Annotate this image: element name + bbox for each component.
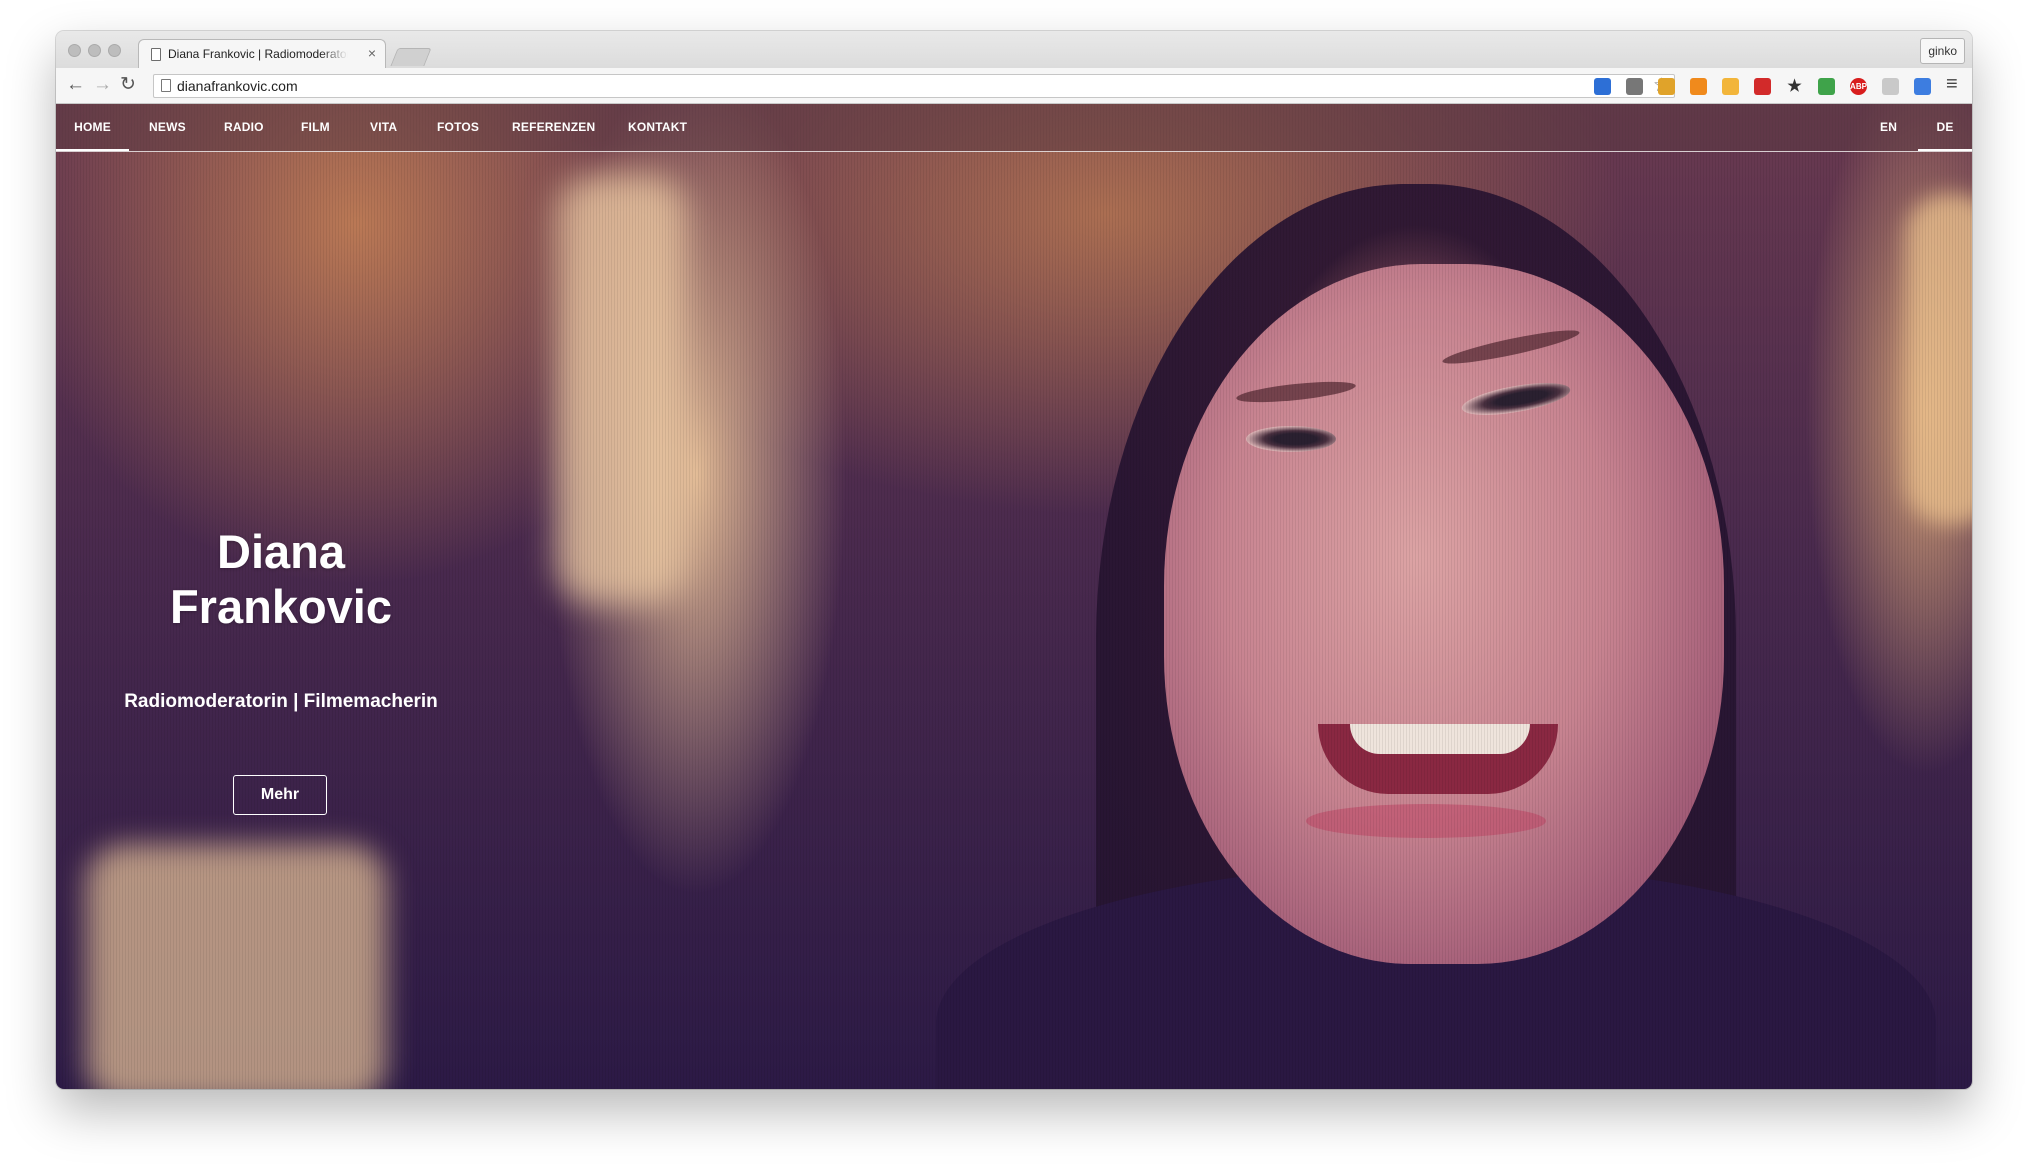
- address-bar[interactable]: dianafrankovic.com ☆: [153, 74, 1675, 98]
- grey-extension-icon[interactable]: [1882, 78, 1899, 95]
- smile-shape: [1318, 724, 1558, 794]
- background-bokeh: [1906, 194, 1972, 524]
- nav-fotos[interactable]: FOTOS: [437, 104, 479, 151]
- nav-kontakt[interactable]: KONTAKT: [628, 104, 687, 151]
- new-tab-button[interactable]: [390, 48, 432, 66]
- zoom-window-button[interactable]: [108, 44, 121, 57]
- background-bokeh: [86, 844, 386, 1089]
- browser-toolbar: ← → ↻ dianafrankovic.com ☆ ★ ABP ≡: [56, 68, 1972, 104]
- ruler-extension-icon[interactable]: [1658, 78, 1675, 95]
- reload-icon[interactable]: ↻: [120, 74, 136, 96]
- site-navigation: HOME NEWS RADIO FILM VITA FOTOS REFERENZ…: [56, 104, 1972, 152]
- chart-extension-icon[interactable]: [1690, 78, 1707, 95]
- eye-shape: [1246, 426, 1336, 452]
- page-icon: [151, 48, 161, 61]
- portrait-face: [1164, 264, 1724, 964]
- lang-en[interactable]: EN: [1880, 104, 1897, 151]
- browser-tab[interactable]: Diana Frankovic | Radiomoderatorin ×: [138, 39, 386, 68]
- nav-referenzen[interactable]: REFERENZEN: [512, 104, 595, 151]
- menu-icon[interactable]: ≡: [1946, 73, 1958, 95]
- url-text[interactable]: dianafrankovic.com: [177, 78, 298, 94]
- tab-close-icon[interactable]: ×: [368, 45, 376, 61]
- face-extension-icon[interactable]: [1722, 78, 1739, 95]
- hero-subtitle: Radiomoderatorin | Filmemacherin: [124, 691, 438, 712]
- background-bokeh: [556, 174, 686, 604]
- color-extension-icon[interactable]: [1818, 78, 1835, 95]
- forward-icon[interactable]: →: [93, 74, 112, 96]
- profile-button[interactable]: ginko: [1920, 38, 1965, 64]
- browser-window: Diana Frankovic | Radiomoderatorin × gin…: [56, 31, 1972, 1089]
- nav-radio[interactable]: RADIO: [224, 104, 264, 151]
- nav-vita[interactable]: VITA: [370, 104, 397, 151]
- blue-square-extension-icon[interactable]: [1594, 78, 1611, 95]
- nav-home[interactable]: HOME: [56, 104, 129, 151]
- page-icon: [161, 79, 171, 92]
- web-page: HOME NEWS RADIO FILM VITA FOTOS REFERENZ…: [56, 104, 1972, 1089]
- blue-white-extension-icon[interactable]: [1914, 78, 1931, 95]
- star-extension-icon[interactable]: ★: [1786, 78, 1803, 95]
- lang-de[interactable]: DE: [1918, 104, 1972, 151]
- more-button[interactable]: Mehr: [233, 775, 327, 815]
- close-window-button[interactable]: [68, 44, 81, 57]
- minimize-window-button[interactable]: [88, 44, 101, 57]
- nav-news[interactable]: NEWS: [149, 104, 186, 151]
- lips-shape: [1306, 804, 1546, 838]
- adblock-extension-icon[interactable]: ABP: [1850, 78, 1867, 95]
- back-icon[interactable]: ←: [66, 74, 85, 96]
- hero-title: Diana Frankovic: [169, 525, 393, 633]
- red-grid-extension-icon[interactable]: [1754, 78, 1771, 95]
- eyedropper-extension-icon[interactable]: [1626, 78, 1643, 95]
- tab-title: Diana Frankovic | Radiomoderatorin: [168, 47, 348, 61]
- title-bar: Diana Frankovic | Radiomoderatorin × gin…: [56, 31, 1972, 68]
- teeth-shape: [1350, 724, 1530, 754]
- nav-film[interactable]: FILM: [301, 104, 330, 151]
